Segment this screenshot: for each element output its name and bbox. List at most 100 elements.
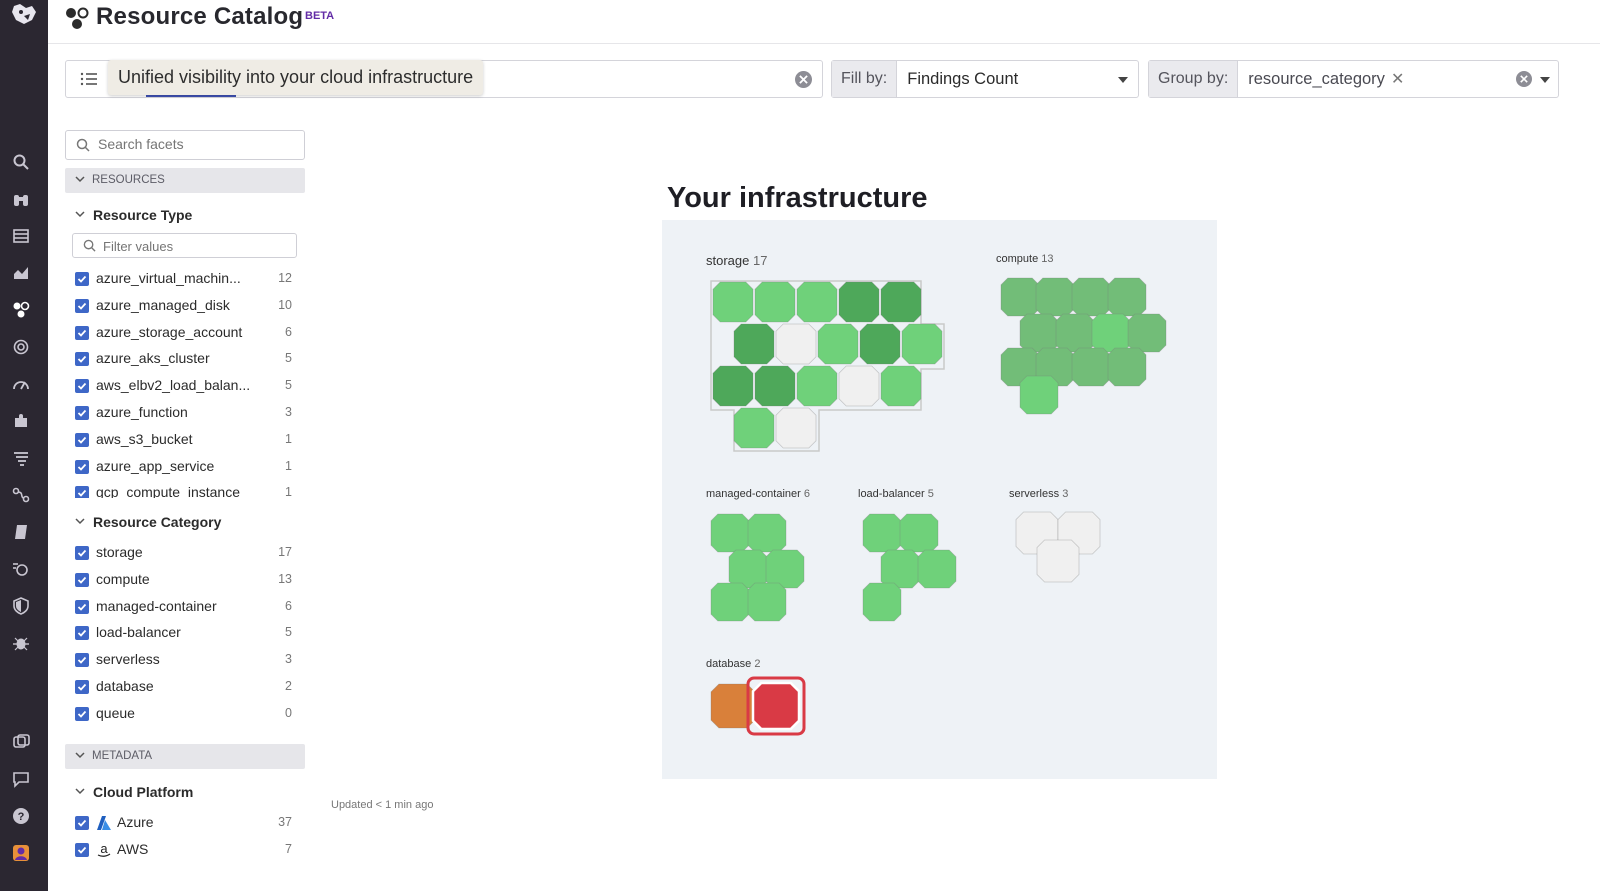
checkbox[interactable] [75, 379, 89, 394]
resource-catalog-icon[interactable] [10, 299, 32, 321]
storage-resource-tile[interactable] [796, 365, 838, 407]
compute-resource-tile[interactable] [1071, 277, 1111, 317]
checkbox[interactable] [75, 486, 89, 498]
checkbox[interactable] [75, 298, 89, 313]
integrations-puzzle-icon[interactable] [10, 410, 32, 432]
storage-resource-tile[interactable] [775, 323, 817, 365]
logs-icon[interactable] [10, 447, 32, 469]
notebook-icon[interactable] [10, 521, 32, 543]
managed-container-resource-tile[interactable] [728, 549, 768, 589]
user-avatar-icon[interactable] [10, 842, 32, 864]
clear-group-icon[interactable] [1516, 71, 1532, 87]
apm-gauge-icon[interactable] [10, 373, 32, 395]
metrics-chart-icon[interactable] [10, 262, 32, 284]
managed-container-resource-tile[interactable] [710, 582, 750, 622]
facet-item-load-balancer[interactable]: load-balancer 5 [75, 624, 295, 644]
clear-query-icon[interactable] [795, 71, 812, 88]
search-query-bar[interactable]: Unified visibility into your cloud infra… [65, 60, 823, 98]
help-icon[interactable]: ? [10, 805, 32, 827]
checkbox[interactable] [75, 572, 89, 587]
storage-resource-tile[interactable] [838, 365, 880, 407]
resource-type-facet-title[interactable]: Resource Type [75, 207, 192, 223]
checkbox[interactable] [75, 406, 89, 420]
facet-item-azure-aks-cluster[interactable]: azure_aks_cluster 5 [75, 350, 295, 370]
managed-container-resource-tile[interactable] [710, 513, 750, 553]
chat-icon[interactable] [10, 768, 32, 790]
facet-item-queue[interactable]: queue 0 [75, 705, 295, 725]
storage-resource-tile[interactable] [838, 281, 880, 323]
load-balancer-resource-tile[interactable] [899, 513, 939, 553]
facet-item-azure-app-service[interactable]: azure_app_service 1 [75, 458, 295, 478]
binoculars-icon[interactable] [10, 188, 32, 210]
search-facets-field[interactable] [65, 130, 305, 160]
compute-resource-tile[interactable] [1107, 347, 1147, 387]
compute-resource-tile[interactable] [1000, 277, 1040, 317]
remove-chip-icon[interactable]: ✕ [1391, 62, 1404, 98]
facet-item-aws[interactable]: a AWS 7 [75, 841, 295, 861]
checkbox[interactable] [75, 459, 89, 474]
load-balancer-resource-tile[interactable] [880, 549, 920, 589]
group-by-select[interactable]: Group by: resource_category ✕ [1148, 60, 1559, 98]
facet-item-azure-managed-disk[interactable]: azure_managed_disk 10 [75, 297, 295, 317]
list-icon[interactable] [80, 71, 98, 87]
cloud-platform-facet-title[interactable]: Cloud Platform [75, 784, 193, 800]
storage-resource-tile[interactable] [712, 365, 754, 407]
facet-item-azure-storage-account[interactable]: azure_storage_account 6 [75, 324, 295, 344]
storage-resource-tile[interactable] [733, 323, 775, 365]
database-resource-tile-selected[interactable] [751, 681, 801, 731]
storage-resource-tile[interactable] [796, 281, 838, 323]
load-balancer-resource-tile[interactable] [862, 513, 902, 553]
load-balancer-resource-tile[interactable] [862, 582, 902, 622]
checkbox[interactable] [75, 842, 89, 857]
dashboards-icon[interactable] [10, 225, 32, 247]
fill-by-value[interactable]: Findings Count [897, 61, 1138, 97]
checkbox[interactable] [75, 325, 89, 340]
facet-item-azure-function[interactable]: azure_function 3 [75, 404, 295, 424]
facet-item-azure[interactable]: Azure 37 [75, 814, 295, 834]
shield-icon[interactable] [10, 595, 32, 617]
checkbox[interactable] [75, 546, 89, 560]
compute-resource-tile[interactable] [1127, 313, 1167, 353]
facet-item-gcp-compute-instance[interactable]: gcp_compute_instance 1 [75, 484, 295, 498]
checkbox[interactable] [75, 706, 89, 721]
group-by-value[interactable]: resource_category ✕ [1238, 61, 1558, 97]
resource-category-facet-title[interactable]: Resource Category [75, 514, 221, 530]
chevron-down-icon[interactable] [1118, 77, 1128, 83]
compute-resource-tile[interactable] [1055, 313, 1095, 353]
compute-resource-tile[interactable] [1035, 277, 1075, 317]
search-icon[interactable] [10, 151, 32, 173]
filter-values-input[interactable] [103, 239, 283, 254]
compute-resource-tile[interactable] [1019, 375, 1059, 415]
search-facets-input[interactable] [98, 136, 298, 152]
facet-item-serverless[interactable]: serverless 3 [75, 651, 295, 671]
facet-item-azure-virtual-machin[interactable]: azure_virtual_machin... 12 [75, 270, 295, 290]
facet-item-aws-elbv2-load-balan[interactable]: aws_elbv2_load_balan... 5 [75, 377, 295, 397]
metadata-section-header[interactable]: METADATA [65, 744, 305, 769]
compute-resource-tile[interactable] [1107, 277, 1147, 317]
compute-resource-tile[interactable] [1091, 313, 1131, 353]
checkbox[interactable] [75, 432, 89, 447]
compute-resource-tile[interactable] [1019, 313, 1059, 353]
integrations-window-icon[interactable] [10, 731, 32, 753]
chevron-down-icon[interactable] [1540, 77, 1550, 83]
synthetics-icon[interactable] [10, 558, 32, 580]
serverless-resource-tile[interactable] [1036, 539, 1080, 583]
storage-resource-tile[interactable] [733, 407, 775, 449]
storage-resource-tile[interactable] [880, 281, 922, 323]
facet-item-managed-container[interactable]: managed-container 6 [75, 598, 295, 618]
datadog-logo-icon[interactable] [8, 2, 40, 28]
bug-icon[interactable] [10, 632, 32, 654]
facet-item-aws-s3-bucket[interactable]: aws_s3_bucket 1 [75, 431, 295, 451]
checkbox[interactable] [75, 272, 89, 286]
fill-by-select[interactable]: Fill by: Findings Count [831, 60, 1139, 98]
managed-container-resource-tile[interactable] [747, 513, 787, 553]
storage-resource-tile[interactable] [712, 281, 754, 323]
checkbox[interactable] [75, 626, 89, 641]
storage-resource-tile[interactable] [754, 281, 796, 323]
checkbox[interactable] [75, 352, 89, 367]
managed-container-resource-tile[interactable] [747, 582, 787, 622]
storage-resource-tile[interactable] [817, 323, 859, 365]
filter-values-field[interactable] [72, 233, 297, 258]
storage-resource-tile[interactable] [859, 323, 901, 365]
managed-container-resource-tile[interactable] [765, 549, 805, 589]
